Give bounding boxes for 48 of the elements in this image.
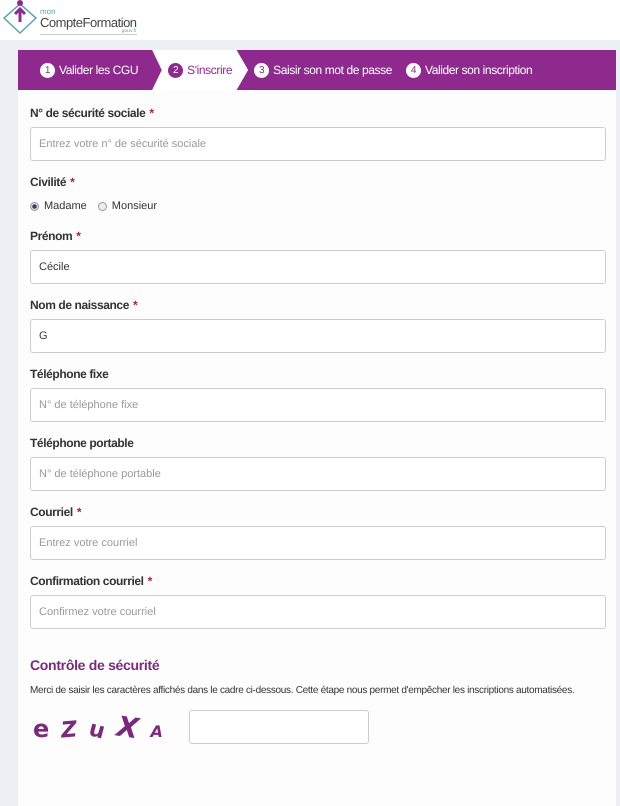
- captcha-character: X: [114, 709, 141, 745]
- step-number: 3: [254, 62, 270, 78]
- required-mark: *: [132, 298, 138, 312]
- radio-label[interactable]: Monsieur: [112, 200, 158, 212]
- field-label: N° de sécurité sociale: [30, 106, 146, 120]
- input-field[interactable]: Entrez votre courriel: [30, 526, 606, 560]
- input-field[interactable]: G: [30, 319, 606, 353]
- required-mark: *: [76, 229, 81, 243]
- step-number: 2: [168, 62, 184, 78]
- input-field[interactable]: Entrez votre n° de sécurité sociale: [30, 127, 606, 161]
- radio-button[interactable]: [30, 202, 39, 210]
- field-label: Civilité: [30, 175, 66, 189]
- section-title: Contrôle de sécurité: [30, 657, 160, 673]
- field-label: Confirmation courriel: [30, 574, 144, 588]
- captcha-character: e: [33, 714, 50, 742]
- step-tab[interactable]: 2 S'inscrire: [152, 50, 248, 90]
- required-mark: *: [70, 175, 74, 189]
- captcha-character: A: [150, 722, 163, 740]
- field-label: Téléphone portable: [30, 436, 134, 450]
- radio-label[interactable]: Madame: [44, 200, 87, 212]
- captcha-field[interactable]: [188, 710, 369, 744]
- required-mark: *: [149, 106, 154, 120]
- field-label: Prénom: [30, 229, 72, 243]
- step-label: Saisir son mot de passe: [273, 63, 392, 77]
- step-tab[interactable]: 1 Valider les CGU: [40, 50, 152, 90]
- logo-name: CompteFormation: [40, 16, 137, 29]
- step-number: 1: [40, 62, 55, 78]
- field-label: Courriel: [30, 505, 73, 519]
- instruction-text: Merci de saisir les caractères affichés dans le cadre ci-dessous. Cette étape nous permet d'empêcher les inscriptions automatisées.: [30, 685, 576, 696]
- field-label: Téléphone fixe: [30, 367, 108, 381]
- step-label: S'inscrire: [187, 63, 232, 77]
- radio-button[interactable]: [98, 202, 107, 210]
- input-field[interactable]: N° de téléphone fixe: [30, 388, 606, 422]
- step-label: Valider son inscription: [424, 63, 532, 77]
- input-field[interactable]: Confirmez votre courriel: [30, 595, 606, 629]
- input-field[interactable]: Cécile: [30, 250, 606, 284]
- logo-prefix: mon: [40, 8, 57, 16]
- captcha-character: Z: [60, 716, 78, 744]
- step-label: Valider les CGU: [59, 63, 138, 77]
- step-number: 4: [406, 62, 421, 78]
- required-mark: *: [148, 574, 152, 588]
- field-label: Nom de naissance: [30, 298, 129, 312]
- input-field[interactable]: N° de téléphone portable: [30, 457, 606, 491]
- required-mark: *: [76, 505, 82, 519]
- captcha-character: u: [86, 716, 108, 744]
- step-tab[interactable]: 3 Saisir son mot de passe: [254, 50, 406, 90]
- step-tab[interactable]: 4 Valider son inscription: [406, 50, 546, 90]
- logo-icon: [2, 0, 38, 34]
